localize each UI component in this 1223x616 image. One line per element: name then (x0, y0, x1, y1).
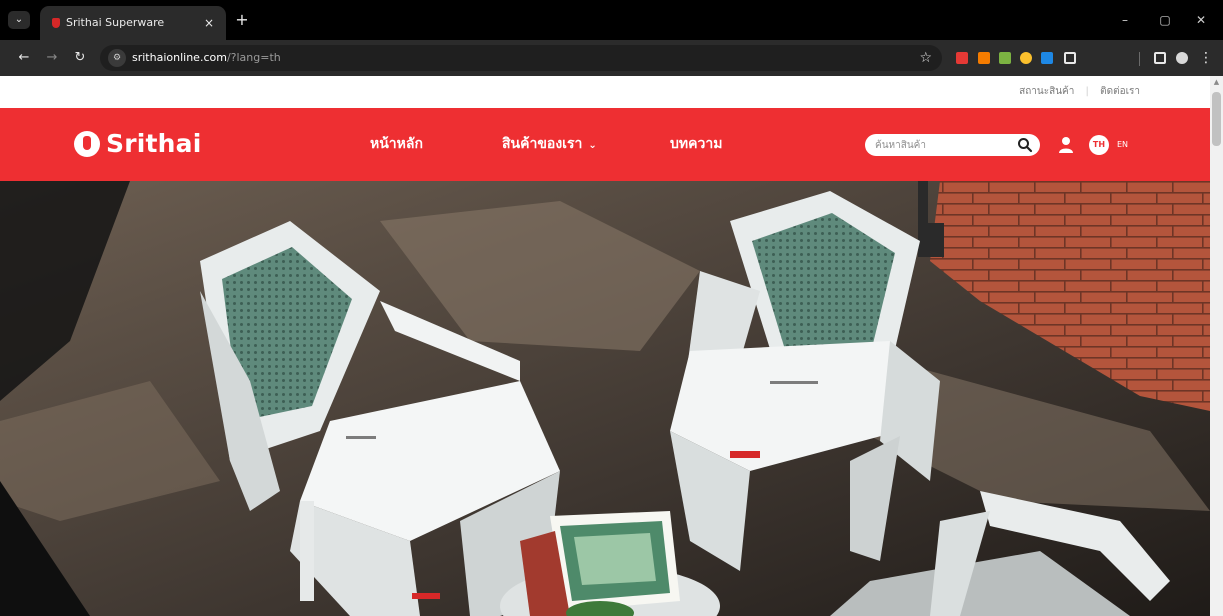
close-window-button[interactable]: ✕ (1186, 10, 1216, 30)
browser-menu-icon[interactable]: ⋮ (1196, 48, 1216, 68)
language-en-button[interactable]: EN (1117, 135, 1128, 155)
back-arrow-icon[interactable]: ← (14, 48, 34, 68)
tab-close-icon[interactable]: × (204, 6, 214, 40)
restore-button[interactable]: ▢ (1150, 10, 1180, 30)
scroll-thumb[interactable] (1212, 92, 1221, 146)
user-account-icon[interactable] (1058, 136, 1074, 154)
extension-green-icon[interactable] (999, 52, 1011, 64)
extension-blue-icon[interactable] (1041, 52, 1053, 64)
new-tab-button[interactable]: + (232, 10, 252, 30)
search-icon[interactable] (1016, 136, 1034, 154)
extension-orange-icon[interactable] (978, 52, 990, 64)
utility-links: สถานะสินค้า | ติดต่อเรา (1019, 76, 1140, 108)
site-settings-icon[interactable]: ⚙ (108, 49, 126, 67)
scroll-up-arrow-icon[interactable]: ▲ (1210, 76, 1223, 88)
contact-link[interactable]: ติดต่อเรา (1100, 86, 1140, 97)
browser-tab[interactable]: Srithai Superware × (40, 6, 226, 40)
logo-text: Srithai (106, 129, 202, 158)
srithai-favicon-icon (52, 18, 60, 28)
page-scrollbar[interactable]: ▲ (1210, 76, 1223, 616)
hero-banner (0, 181, 1210, 616)
forward-arrow-icon[interactable]: → (42, 48, 62, 68)
reload-icon[interactable]: ↻ (70, 48, 90, 68)
window-frame (918, 223, 944, 257)
nav-articles[interactable]: บทความ (670, 108, 722, 181)
utility-separator: | (1085, 86, 1089, 97)
srithai-logo-icon (74, 131, 100, 157)
extension-red-icon[interactable] (956, 52, 968, 64)
toolbar-separator (1139, 52, 1140, 66)
side-panel-icon[interactable] (1154, 52, 1166, 64)
extensions-puzzle-icon[interactable] (1064, 52, 1076, 64)
hero-image (0, 181, 1210, 616)
browser-tab-bar: ⌄ Srithai Superware × + – ▢ ✕ (0, 0, 1223, 40)
nav-home[interactable]: หน้าหลัก (370, 108, 423, 181)
search-input[interactable] (875, 137, 1005, 153)
order-status-link[interactable]: สถานะสินค้า (1019, 86, 1074, 97)
bookmark-star-icon[interactable]: ☆ (919, 45, 932, 71)
extension-yellow-icon[interactable] (1020, 52, 1032, 64)
browser-toolbar: ← → ↻ ⚙ srithaionline.com/?lang=th ☆ ⋮ (0, 40, 1223, 76)
address-bar[interactable]: ⚙ srithaionline.com/?lang=th ☆ (100, 45, 942, 71)
site-header: Srithai หน้าหลัก สินค้าของเรา ⌄ บทความ TH… (0, 108, 1210, 181)
tab-search-button[interactable]: ⌄ (8, 11, 30, 29)
nav-products[interactable]: สินค้าของเรา ⌄ (502, 108, 597, 181)
search-box (865, 134, 1040, 156)
language-th-button[interactable]: TH (1089, 135, 1109, 155)
nav-products-label: สินค้าของเรา (502, 136, 583, 152)
tab-title: Srithai Superware (66, 16, 165, 29)
chevron-down-icon: ⌄ (588, 140, 597, 151)
utility-bar: สถานะสินค้า | ติดต่อเรา (0, 76, 1210, 108)
minimize-button[interactable]: – (1110, 10, 1140, 30)
web-page: สถานะสินค้า | ติดต่อเรา Srithai หน้าหลัก… (0, 76, 1210, 616)
profile-avatar-icon[interactable] (1176, 52, 1188, 64)
url-text[interactable]: srithaionline.com/?lang=th (132, 45, 281, 71)
